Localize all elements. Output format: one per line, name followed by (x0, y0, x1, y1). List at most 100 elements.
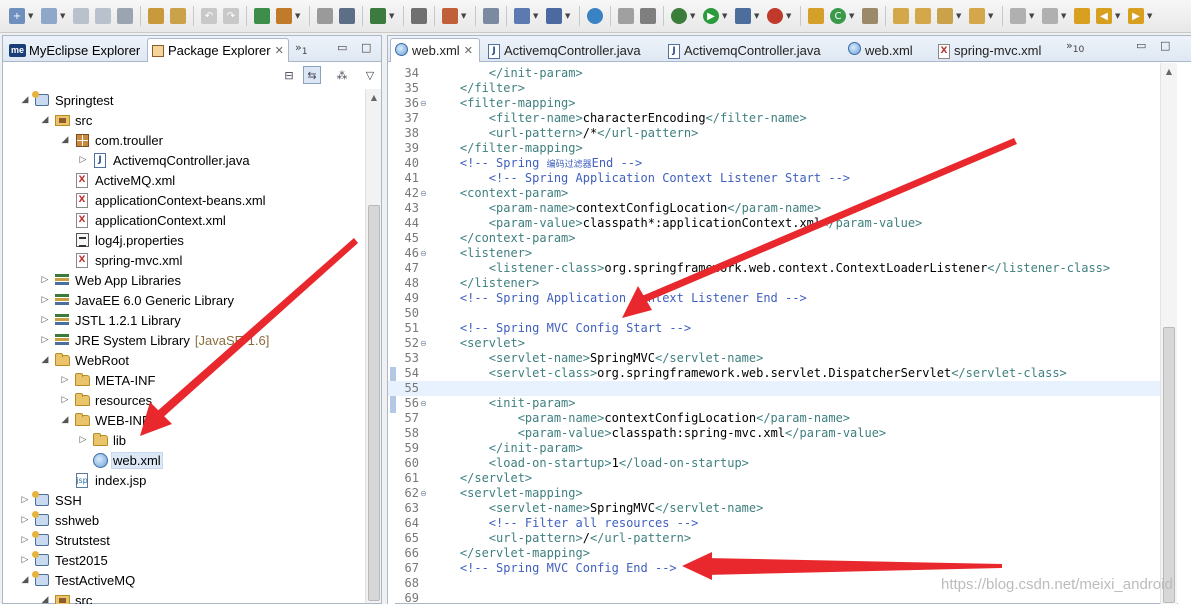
tree-item[interactable]: X ActiveMQ.xml (59, 170, 177, 190)
grid-dropdown-icon[interactable]: ▼ (389, 12, 396, 20)
tree-item[interactable]: Xspring-mvc.xml (59, 250, 184, 270)
code-line[interactable]: 62 ⊖ <servlet-mapping> (388, 486, 1160, 501)
minimize-icon[interactable]: ▭ (1136, 39, 1146, 52)
editor-tab[interactable]: J ActivemqController.java (484, 38, 660, 62)
code-line[interactable]: 56 ⊖ <init-param> (388, 396, 1160, 411)
new-file-dropdown-icon[interactable]: ▼ (60, 12, 67, 20)
fold-toggle-icon[interactable]: ⊖ (420, 246, 427, 261)
run-external-dropdown-icon[interactable]: ▼ (754, 12, 761, 20)
undo-icon[interactable]: ↶ (201, 8, 217, 24)
new-icon[interactable]: + (9, 8, 25, 24)
code-line[interactable]: 44 <param-value>classpath*:applicationCo… (388, 216, 1160, 231)
last-edit-icon[interactable] (1074, 8, 1090, 24)
collapsed-twisty-icon[interactable]: ▷ (39, 335, 51, 345)
tree-item[interactable]: ▷ Test2015 (19, 550, 110, 570)
search-icon[interactable] (862, 8, 878, 24)
collapsed-twisty-icon[interactable]: ▷ (39, 275, 51, 285)
stop-icon[interactable] (767, 8, 783, 24)
new-dropdown-icon[interactable]: ▼ (28, 12, 35, 20)
code-line[interactable]: 59 </init-param> (388, 441, 1160, 456)
code-editor[interactable]: 34 </init-param> 35 </filter> 36 ⊖ <filter-… (388, 63, 1160, 604)
code-line[interactable]: 42 ⊖ <context-param> (388, 186, 1160, 201)
tab-package-explorer[interactable]: Package Explorer ✕ (147, 38, 289, 62)
tree-item[interactable]: ◢ com.trouller (59, 130, 165, 150)
maximize-icon[interactable]: □ (361, 41, 371, 54)
open-project-icon[interactable] (915, 8, 931, 24)
code-line[interactable]: 67 <!-- Spring MVC Config End --> (388, 561, 1160, 576)
tab-overflow-button[interactable]: »1 (295, 41, 308, 57)
open-folder-icon[interactable] (893, 8, 909, 24)
code-line[interactable]: 34 </init-param> (388, 66, 1160, 81)
code-line[interactable]: 47 <listener-class>org.springframework.w… (388, 261, 1160, 276)
tree-item[interactable]: ◢ WebRoot (39, 350, 131, 370)
tree-item[interactable]: ▷ lib (77, 430, 128, 450)
open-resource-icon[interactable] (170, 8, 186, 24)
code-line[interactable]: 57 <param-name>contextConfigLocation</pa… (388, 411, 1160, 426)
refresh-icon[interactable] (640, 8, 656, 24)
tree-item[interactable]: ▷ JavaEE 6.0 Generic Library (39, 290, 236, 310)
editor-tab[interactable]: J ActivemqController.java (664, 38, 840, 62)
code-line[interactable]: 41 <!-- Spring Application Context Liste… (388, 171, 1160, 186)
code-line[interactable]: 38 <url-pattern>/*</url-pattern> (388, 126, 1160, 141)
fold-toggle-icon[interactable]: ⊖ (420, 186, 427, 201)
print-icon[interactable] (117, 8, 133, 24)
collapsed-twisty-icon[interactable]: ▷ (59, 395, 71, 405)
tree-item[interactable]: ▷ SSH (19, 490, 84, 510)
pencil-icon[interactable] (937, 8, 953, 24)
tree-item[interactable]: ▷ J ActivemqController.java (77, 150, 252, 170)
book-icon[interactable] (339, 8, 355, 24)
code-line[interactable]: 36 ⊖ <filter-mapping> (388, 96, 1160, 111)
tree-item[interactable]: ◢ src (39, 590, 94, 604)
tree-item[interactable]: ◢ Springtest (19, 90, 116, 110)
collapse-all-icon[interactable]: ⊟ (280, 66, 298, 84)
code-line[interactable]: 58 <param-value>classpath:spring-mvc.xml… (388, 426, 1160, 441)
scroll-thumb[interactable] (1163, 327, 1175, 603)
code-line[interactable]: 35 </filter> (388, 81, 1160, 96)
editor-tab[interactable]: Xspring-mvc.xml (934, 38, 1060, 62)
code-line[interactable]: 43 <param-name>contextConfigLocation</pa… (388, 201, 1160, 216)
code-line[interactable]: 52 ⊖ <servlet> (388, 336, 1160, 351)
link-with-editor-icon[interactable]: ⇆ (303, 66, 321, 84)
close-icon[interactable]: ✕ (464, 44, 473, 57)
view-menu-icon[interactable]: ⁂ (333, 66, 351, 84)
tree-item[interactable]: ◢ WEB-INF (59, 410, 152, 430)
open-type-icon[interactable] (148, 8, 164, 24)
wand-icon[interactable] (317, 8, 333, 24)
debug-icon[interactable] (671, 8, 687, 24)
collapsed-twisty-icon[interactable]: ▷ (39, 315, 51, 325)
editor-tab[interactable]: web.xml ✕ (390, 38, 480, 62)
report-dropdown-icon[interactable]: ▼ (533, 12, 540, 20)
back-icon[interactable]: ◀ (1096, 8, 1112, 24)
new-class-dropdown-icon[interactable]: ▼ (849, 12, 856, 20)
pencil-dropdown-icon[interactable]: ▼ (956, 12, 963, 20)
code-line[interactable]: 46 ⊖ <listener> (388, 246, 1160, 261)
code-line[interactable]: 54 <servlet-class>org.springframework.we… (388, 366, 1160, 381)
code-line[interactable]: 49 <!-- Spring Application Context Liste… (388, 291, 1160, 306)
run-external-icon[interactable] (735, 8, 751, 24)
tree-item[interactable]: XapplicationContext.xml (59, 210, 228, 230)
fold-toggle-icon[interactable]: ⊖ (420, 396, 427, 411)
new-file-icon[interactable] (41, 8, 57, 24)
collapsed-twisty-icon[interactable]: ▷ (19, 515, 31, 525)
collapsed-twisty-icon[interactable]: ▷ (19, 495, 31, 505)
folder-dropdown-icon[interactable]: ▼ (988, 12, 995, 20)
tree-item[interactable]: web.xml (77, 450, 163, 470)
collapsed-twisty-icon[interactable]: ▷ (77, 155, 89, 165)
code-line[interactable]: 66 </servlet-mapping> (388, 546, 1160, 561)
code-line[interactable]: 64 <!-- Filter all resources --> (388, 516, 1160, 531)
scroll-up-icon[interactable]: ▲ (366, 89, 382, 105)
next-annotation-icon[interactable] (1010, 8, 1026, 24)
collapsed-twisty-icon[interactable]: ▷ (77, 435, 89, 445)
tree-item[interactable]: ▷ Strutstest (19, 530, 112, 550)
debug-dropdown-icon[interactable]: ▼ (690, 12, 697, 20)
code-line[interactable]: 40 <!-- Spring 编码过滤器End --> (388, 156, 1160, 171)
new-java-class-icon[interactable]: C (830, 8, 846, 24)
run-dropdown-icon[interactable]: ▼ (722, 12, 729, 20)
tools-dropdown-icon[interactable]: ▼ (461, 12, 468, 20)
tree-item[interactable]: jsp index.jsp (59, 470, 148, 490)
chart-dropdown-icon[interactable]: ▼ (565, 12, 572, 20)
close-icon[interactable]: ✕ (275, 44, 284, 57)
code-line[interactable]: 53 <servlet-name>SpringMVC</servlet-name… (388, 351, 1160, 366)
new-class-icon[interactable] (808, 8, 824, 24)
code-line[interactable]: 39 </filter-mapping> (388, 141, 1160, 156)
